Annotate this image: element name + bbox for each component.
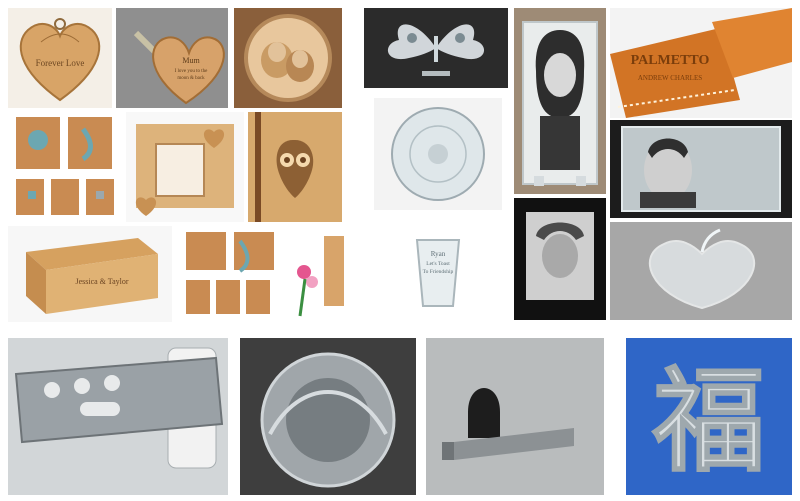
portrait-glass-girl-image <box>514 8 606 194</box>
shot-glass-line-3: To Friendship <box>423 269 454 275</box>
shot-glass-line-1: Ryan <box>431 250 446 258</box>
keychain-line-2: I love you to the <box>175 69 209 74</box>
metal-bracket-cut-image <box>426 338 604 495</box>
box-engraving: Jessica & Taylor <box>75 277 128 286</box>
leather-name-text: ANDREW CHARLES <box>638 74 702 82</box>
wood-notebooks-set-image <box>8 112 122 222</box>
keychain-line-1: Mum <box>182 56 200 65</box>
acrylic-apple-image <box>610 222 792 320</box>
pendant-engraving: Forever Love <box>36 58 85 68</box>
metal-sheet-cut-image <box>8 338 228 495</box>
old-man-photo-engraved-image <box>514 198 606 320</box>
wood-box-laser-cut-image: Jessica & Taylor <box>8 226 172 322</box>
love-photo-frame-wood-image <box>126 112 244 222</box>
keychain-line-3: moon & back <box>177 76 205 81</box>
heart-pendant-wood-image: Forever Love <box>8 8 112 108</box>
wood-notebooks-small-image <box>178 226 286 322</box>
portrait-glass-man-image <box>610 120 792 218</box>
leather-keychains-image: PALMETTO ANDREW CHARLES <box>610 8 792 118</box>
round-photo-engraved-wood-image <box>234 8 342 108</box>
shot-glass-engraved-image: Ryan Let's Toast To Friendship <box>392 224 484 316</box>
metal-character-fu-image: 福 <box>626 338 792 495</box>
fu-character: 福 <box>652 361 765 485</box>
round-engraved-glass-image <box>374 98 502 210</box>
shot-glass-line-2: Let's Toast <box>426 261 450 267</box>
butterfly-acrylic-image <box>364 8 508 88</box>
notebook-flowers-image <box>290 226 348 322</box>
metal-disc-pattern-image <box>240 338 416 495</box>
owl-notebook-wood-image <box>248 112 342 222</box>
leather-brand-text: PALMETTO <box>631 53 710 68</box>
heart-keychain-wood-image: Mum I love you to the moon & back <box>116 8 228 108</box>
